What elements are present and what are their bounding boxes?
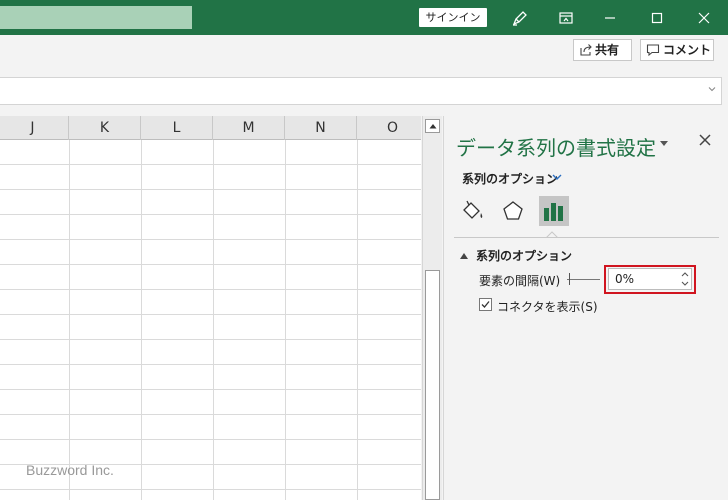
watermark: Buzzword Inc.: [26, 462, 114, 478]
formula-bar[interactable]: [0, 77, 722, 105]
tab-divider: [454, 237, 719, 238]
close-icon[interactable]: [698, 133, 712, 147]
series-options-dropdown[interactable]: 系列のオプション: [462, 170, 558, 187]
scroll-up-button[interactable]: [425, 119, 440, 133]
comment-label: コメント: [663, 43, 712, 57]
close-window-icon[interactable]: [693, 7, 715, 29]
show-connector-label[interactable]: コネクタを表示(S): [497, 298, 598, 315]
share-label: 共有: [595, 43, 620, 57]
spin-down-icon[interactable]: [680, 279, 690, 288]
share-icon: [580, 44, 592, 56]
column-header-o[interactable]: O: [357, 116, 421, 140]
cell-area[interactable]: [0, 140, 421, 500]
column-header-n[interactable]: N: [285, 116, 357, 140]
column-header-k[interactable]: K: [69, 116, 141, 140]
maximize-icon[interactable]: [646, 7, 668, 29]
chevron-down-icon[interactable]: [551, 172, 563, 182]
worksheet-grid[interactable]: J K L M N O: [0, 116, 421, 500]
minimize-icon[interactable]: [599, 7, 621, 29]
column-headers: J K L M N O: [0, 116, 421, 140]
gap-width-label: 要素の間隔(W): [479, 274, 561, 288]
vertical-scrollbar[interactable]: [422, 116, 442, 500]
section-series-options[interactable]: 系列のオプション: [460, 247, 572, 264]
comment-button[interactable]: コメント: [640, 39, 714, 61]
title-bar: サインイン: [0, 0, 728, 35]
pane-title: データ系列の書式設定: [456, 136, 656, 160]
paint-bucket-icon: [463, 200, 483, 219]
tab-fill-line[interactable]: [458, 196, 488, 226]
gap-width-slider-track[interactable]: [567, 279, 600, 280]
pane-options-dropdown-icon[interactable]: [658, 138, 670, 148]
pentagon-icon: [503, 201, 523, 220]
scroll-up-arrow-icon: [429, 124, 436, 129]
bar-chart-icon: [544, 203, 563, 221]
scroll-thumb[interactable]: [425, 270, 440, 500]
chevron-down-icon[interactable]: [707, 84, 717, 94]
spin-up-icon[interactable]: [680, 270, 690, 279]
share-button[interactable]: 共有: [573, 39, 632, 61]
title-field[interactable]: [0, 6, 192, 29]
tab-effects[interactable]: [498, 196, 528, 226]
section-title: 系列のオプション: [476, 249, 573, 263]
tab-series-options[interactable]: [539, 196, 569, 226]
column-header-l[interactable]: L: [141, 116, 213, 140]
column-header-m[interactable]: M: [213, 116, 285, 140]
ribbon-display-options-icon[interactable]: [555, 7, 577, 29]
show-connector-checkbox[interactable]: [479, 298, 492, 311]
column-header-j[interactable]: J: [0, 116, 69, 140]
format-data-series-pane: データ系列の書式設定 系列のオプション 系列のオプション 要素の間隔(W) 0%…: [443, 116, 728, 500]
gap-width-slider-handle[interactable]: [569, 273, 570, 285]
pen-icon[interactable]: [509, 7, 531, 29]
collapse-triangle-icon: [460, 253, 468, 259]
sign-in-button[interactable]: サインイン: [419, 8, 487, 27]
comment-icon: [646, 44, 660, 57]
checkmark-icon: [481, 301, 490, 308]
